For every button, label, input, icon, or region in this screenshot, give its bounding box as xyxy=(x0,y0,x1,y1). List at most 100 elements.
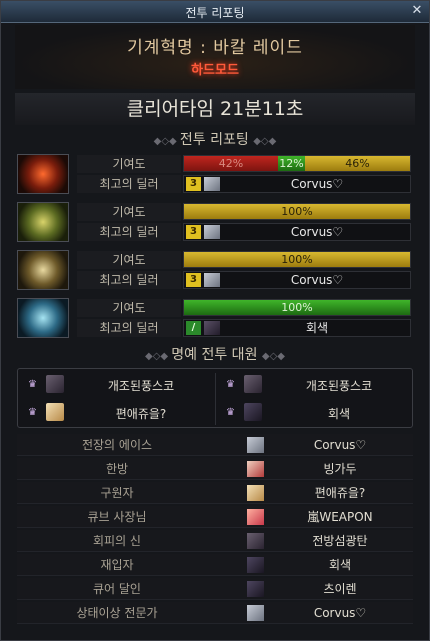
avatar xyxy=(247,533,264,549)
raid-name: 기계혁명 : 바칼 레이드 xyxy=(127,38,303,58)
ornament-icon: ◆◇◆ xyxy=(261,351,285,362)
honor-member[interactable]: ♛ 개조된풍스코 xyxy=(216,371,412,399)
contribution-label: 기여도 xyxy=(77,251,181,269)
avatar xyxy=(247,605,264,621)
dealer-slot-icon: 3 xyxy=(186,273,201,287)
best-dealer-cell: 3 Corvus♡ xyxy=(183,223,411,241)
contribution-bar: 100% xyxy=(183,251,411,268)
ice-wing-portrait xyxy=(17,298,69,338)
best-dealer-cell: 3 Corvus♡ xyxy=(183,271,411,289)
crown-icon: ♛ xyxy=(226,379,235,390)
award-winner: Corvus♡ xyxy=(313,438,367,452)
party-row: 기여도 최고의 딜러 100% / 회색 xyxy=(17,298,413,342)
contribution-segment: 100% xyxy=(184,204,410,219)
contribution-segment: 100% xyxy=(184,252,410,267)
contribution-segment: 100% xyxy=(184,300,410,315)
honor-members-box: ♛ 개조된풍스코 ♛ 개조된풍스코 ♛ 편애쥬을? ♛ 회색 xyxy=(17,368,413,428)
window-title: 전투 리포팅 xyxy=(185,6,245,20)
award-winner: 嵐WEAPON xyxy=(307,510,373,524)
award-title: 상태이상 전문가 xyxy=(76,606,158,620)
honor-section-label: 명예 전투 대원 xyxy=(171,347,258,363)
character-icon xyxy=(204,225,220,239)
party-row: 기여도 최고의 딜러 42% 12% 46% 3 Corvus♡ xyxy=(17,154,413,198)
award-row[interactable]: 큐브 사장님 嵐WEAPON xyxy=(17,506,413,528)
award-title: 큐브 사장님 xyxy=(87,510,147,524)
clear-time: 클리어타임 21분11초 xyxy=(15,93,415,125)
award-row[interactable]: 상태이상 전문가 Corvus♡ xyxy=(17,602,413,624)
best-dealer-label: 최고의 딜러 xyxy=(77,271,181,289)
dealer-slot-icon: / xyxy=(186,321,201,335)
contribution-label: 기여도 xyxy=(77,299,181,317)
avatar xyxy=(247,509,264,525)
avatar xyxy=(247,461,264,477)
award-winner: 츠이렌 xyxy=(323,582,357,596)
close-icon[interactable]: ✕ xyxy=(409,3,425,19)
contribution-segment: 46% xyxy=(305,156,410,171)
award-winner: 회색 xyxy=(328,558,352,572)
flame-mask-portrait xyxy=(17,154,69,194)
character-icon xyxy=(204,321,220,335)
avatar xyxy=(46,403,64,421)
contribution-bar: 100% xyxy=(183,299,411,316)
combat-report-window: 전투 리포팅 ✕ 기계혁명 : 바칼 레이드 하드모드 클리어타임 21분11초… xyxy=(0,0,430,641)
best-dealer-cell: / 회색 xyxy=(183,319,411,337)
crown-icon: ♛ xyxy=(226,407,235,418)
dealer-slot-icon: 3 xyxy=(186,225,201,239)
avatar xyxy=(46,375,64,393)
award-row[interactable]: 한방 빙가두 xyxy=(17,458,413,480)
honor-member-name: 편애쥬을? xyxy=(115,407,167,421)
dealer-name: Corvus♡ xyxy=(290,273,344,287)
award-winner: Corvus♡ xyxy=(313,606,367,620)
award-title: 구원자 xyxy=(100,486,134,500)
award-row[interactable]: 재입자 회색 xyxy=(17,554,413,576)
dealer-slot-icon: 3 xyxy=(186,177,201,191)
avatar xyxy=(244,403,262,421)
best-dealer-label: 최고의 딜러 xyxy=(77,175,181,193)
contribution-segment: 42% xyxy=(184,156,278,171)
contribution-bar: 100% xyxy=(183,203,411,220)
award-title: 재입자 xyxy=(100,558,134,572)
honor-member[interactable]: ♛ 회색 xyxy=(216,399,412,427)
best-dealer-label: 최고의 딜러 xyxy=(77,319,181,337)
raid-header: 기계혁명 : 바칼 레이드 하드모드 xyxy=(15,25,415,89)
honor-member-name: 개조된풍스코 xyxy=(107,379,175,393)
honor-section-title: ◆◇◆ 명예 전투 대원 ◆◇◆ xyxy=(15,344,415,366)
honor-member[interactable]: ♛ 개조된풍스코 xyxy=(18,371,214,399)
award-row[interactable]: 큐어 달인 츠이렌 xyxy=(17,578,413,600)
contribution-bar: 42% 12% 46% xyxy=(183,155,411,172)
report-section-label: 전투 리포팅 xyxy=(179,132,249,148)
difficulty-label: 하드모드 xyxy=(191,63,239,78)
dealer-name: 회색 xyxy=(305,321,329,335)
award-title: 한방 xyxy=(105,462,129,476)
contribution-segment: 12% xyxy=(278,156,305,171)
gold-wing-portrait xyxy=(17,250,69,290)
character-icon xyxy=(204,177,220,191)
award-row[interactable]: 구원자 편애쥬을? xyxy=(17,482,413,504)
best-dealer-label: 최고의 딜러 xyxy=(77,223,181,241)
award-title: 큐어 달인 xyxy=(93,582,141,596)
award-row[interactable]: 전장의 에이스 Corvus♡ xyxy=(17,434,413,456)
crown-icon: ♛ xyxy=(28,407,37,418)
avatar xyxy=(247,581,264,597)
ornament-icon: ◆◇◆ xyxy=(253,136,277,147)
award-title: 회피의 신 xyxy=(93,534,141,548)
awards-list: 전장의 에이스 Corvus♡ 한방 빙가두 구원자 편애쥬을? 큐브 사장님 … xyxy=(17,434,413,630)
report-section-title: ◆◇◆ 전투 리포팅 ◆◇◆ xyxy=(15,129,415,151)
ornament-icon: ◆◇◆ xyxy=(145,351,172,362)
contribution-label: 기여도 xyxy=(77,203,181,221)
party-row: 기여도 최고의 딜러 100% 3 Corvus♡ xyxy=(17,202,413,246)
avatar xyxy=(247,485,264,501)
award-winner: 전방섬광탄 xyxy=(312,534,368,548)
dealer-name: Corvus♡ xyxy=(290,225,344,239)
title-bar[interactable]: 전투 리포팅 ✕ xyxy=(1,1,429,23)
award-title: 전장의 에이스 xyxy=(81,438,153,452)
avatar xyxy=(247,557,264,573)
award-row[interactable]: 회피의 신 전방섬광탄 xyxy=(17,530,413,552)
avatar xyxy=(244,375,262,393)
best-dealer-cell: 3 Corvus♡ xyxy=(183,175,411,193)
award-winner: 빙가두 xyxy=(323,462,357,476)
crown-icon: ♛ xyxy=(28,379,37,390)
contribution-label: 기여도 xyxy=(77,155,181,173)
ornament-icon: ◆◇◆ xyxy=(153,136,180,147)
honor-member[interactable]: ♛ 편애쥬을? xyxy=(18,399,214,427)
